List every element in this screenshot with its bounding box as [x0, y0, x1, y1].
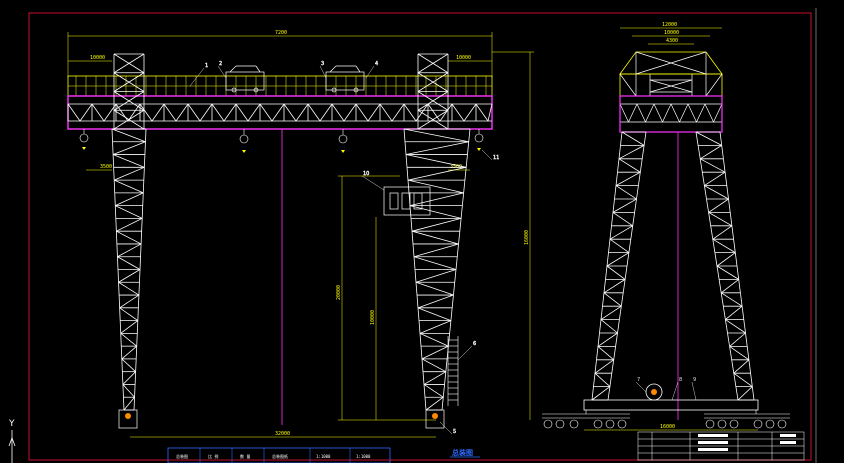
- dim-top-mid: 10000: [664, 30, 679, 36]
- dim-height-main: 16000: [524, 230, 530, 245]
- drawing-title: 总装图: [452, 448, 473, 457]
- dim-cantilever-left: 10000: [90, 55, 105, 61]
- side-view: 12000 10000 4300 16000 7 8 9: [542, 22, 805, 461]
- callout-5: 5: [453, 429, 456, 435]
- dim-cantilever-right: 10000: [456, 55, 471, 61]
- callout-10: 10: [363, 171, 369, 177]
- title-strip: 总装图 比 例 数 量 总装图纸 1:1000 1:1000: [167, 447, 391, 463]
- ladder: [447, 336, 459, 406]
- strip-cell-2: 比 例: [208, 453, 218, 459]
- callout-1: 1: [205, 63, 208, 69]
- cad-drawing-canvas: 7200 10000 10000 3500 3500 20000 10000 1…: [8, 8, 817, 463]
- side-top-frame: [619, 51, 723, 97]
- dim-top-inner: 4300: [666, 38, 678, 44]
- callout-3: 3: [321, 61, 324, 67]
- drawing-frame: [28, 12, 812, 461]
- dim-base-width: 16000: [660, 424, 675, 430]
- dim-height-mid: 10000: [370, 310, 376, 325]
- callout-6: 6: [473, 341, 476, 347]
- callout-11: 11: [493, 155, 499, 161]
- strip-cell-1: 总装图: [176, 453, 188, 459]
- dim-hook-left: 3500: [100, 164, 112, 170]
- side-legs: [591, 131, 755, 401]
- leg-left: [111, 128, 147, 411]
- dim-span-bottom: 32000: [275, 431, 290, 437]
- svg-text:Y: Y: [8, 419, 15, 429]
- callout-2: 2: [219, 61, 222, 67]
- operator-cab: [383, 186, 431, 216]
- strip-cell-5: 1:1000: [316, 454, 331, 459]
- strip-cell-4: 总装图纸: [272, 453, 288, 459]
- leg-right: [403, 128, 471, 411]
- ucs-icon: Y: [8, 419, 16, 463]
- callout-7: 7: [637, 377, 640, 383]
- tower-left: [113, 53, 145, 130]
- dim-height-lift: 20000: [336, 285, 342, 300]
- callout-4: 4: [375, 61, 378, 67]
- side-girder: [619, 95, 723, 133]
- dim-top-outer: 12000: [662, 22, 677, 28]
- tower-right: [417, 53, 449, 130]
- strip-cell-3: 数 量: [240, 453, 250, 459]
- trolley-right: [325, 65, 365, 93]
- hook-group: [79, 129, 484, 144]
- dim-span-top: 7200: [275, 30, 287, 36]
- strip-cell-6: 1:1000: [356, 454, 371, 459]
- trolley-left: [225, 65, 265, 93]
- callout-9: 9: [693, 377, 696, 383]
- side-base: [583, 399, 759, 411]
- front-view: 7200 10000 10000 3500 3500 20000 10000 1…: [67, 30, 534, 438]
- callout-8: 8: [679, 377, 682, 383]
